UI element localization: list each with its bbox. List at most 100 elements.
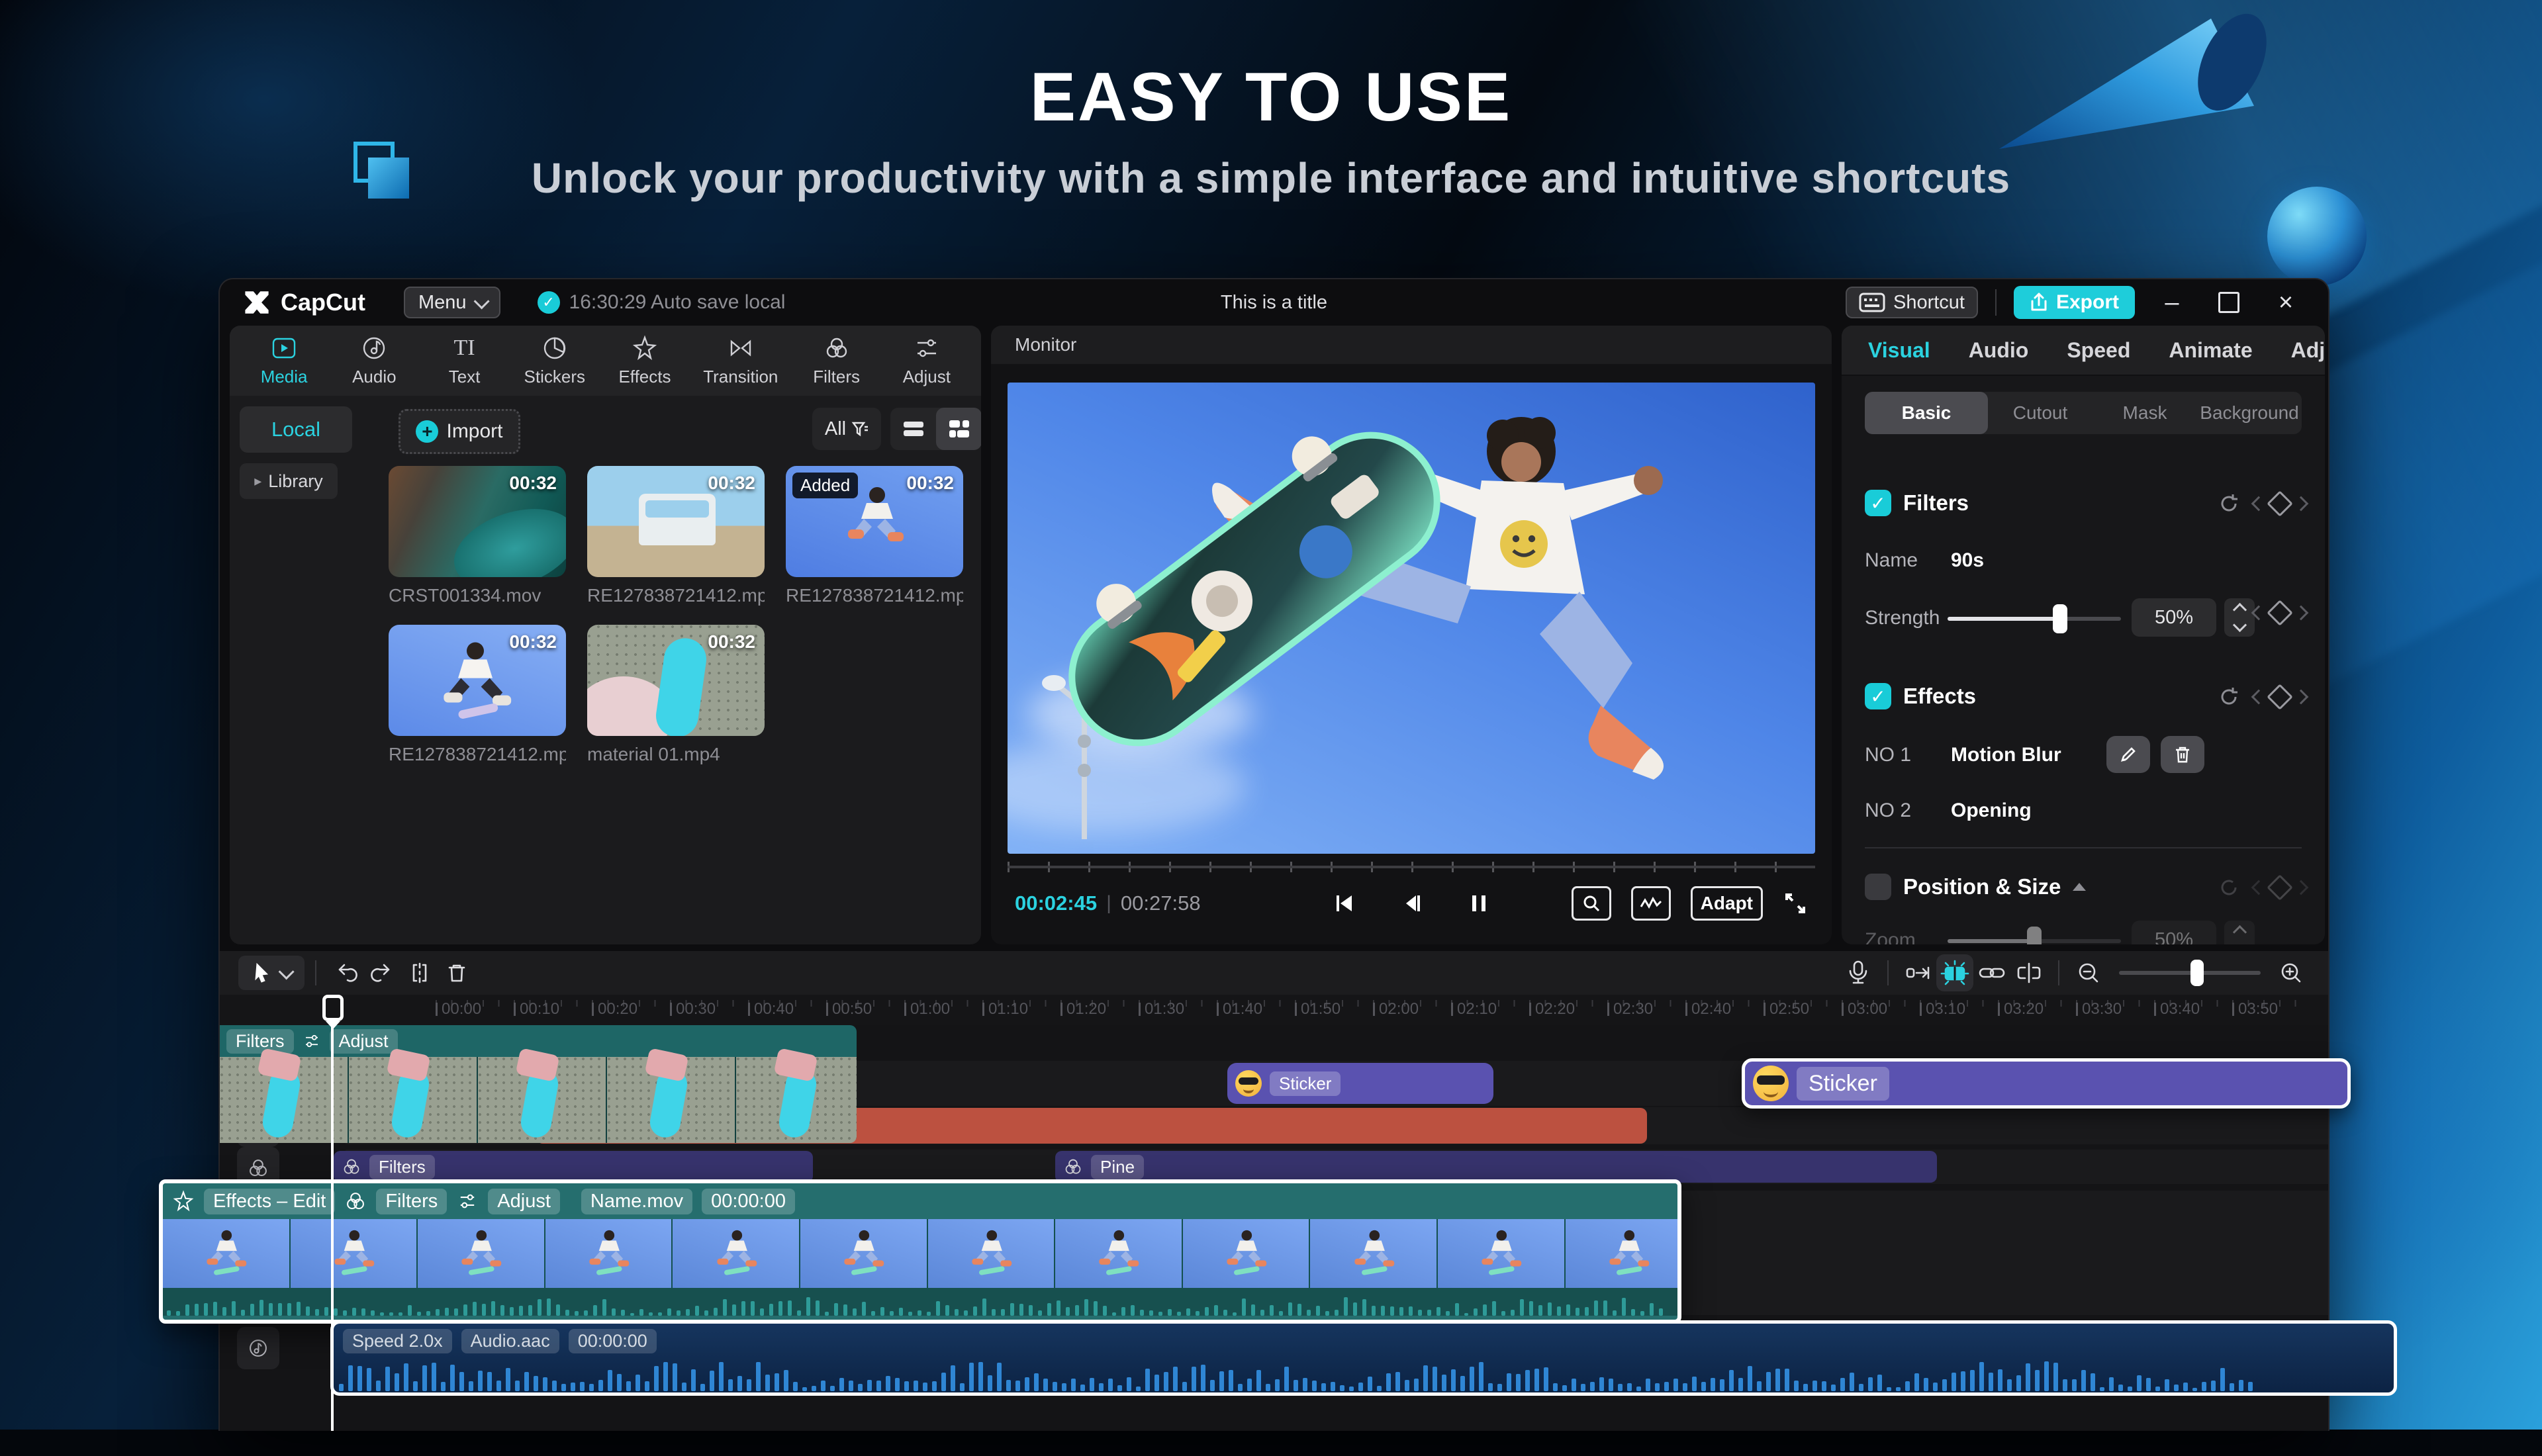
clip-badge: Filters	[226, 1029, 294, 1054]
link-button[interactable]	[1973, 954, 2010, 991]
seek-bar[interactable]	[1008, 866, 1815, 868]
tab-media[interactable]: Media	[252, 335, 316, 387]
keyframe-diamond-icon[interactable]	[2267, 490, 2293, 517]
media-item[interactable]: 00:32 material 01.mp4	[587, 625, 765, 765]
keyframe-next-icon[interactable]	[2294, 496, 2309, 512]
skip-start-button[interactable]	[1332, 891, 1356, 915]
segment-basic[interactable]: Basic	[1865, 392, 1988, 434]
undo-button[interactable]	[327, 954, 364, 991]
segment-background[interactable]: Background	[2197, 402, 2302, 424]
media-item[interactable]: 00:32 RE127838721412.mp4	[587, 466, 765, 606]
position-section-tools	[2218, 876, 2306, 899]
step-down-icon[interactable]	[2232, 618, 2246, 632]
slider-thumb[interactable]	[2190, 960, 2204, 986]
tab-stickers[interactable]: Stickers	[523, 335, 587, 387]
video-viewer[interactable]	[1008, 383, 1815, 854]
tab-audio[interactable]: Audio	[342, 335, 406, 387]
tab-effects[interactable]: Effects	[613, 335, 677, 387]
audio-track-icon[interactable]	[237, 1327, 279, 1369]
video-frame-thumbnail	[163, 1219, 291, 1288]
record-voiceover-button[interactable]	[1840, 954, 1877, 991]
zoom-prop-slider[interactable]	[1948, 939, 2121, 943]
timeline-zoom-slider[interactable]	[2119, 971, 2261, 975]
edit-effect-button[interactable]	[2106, 736, 2150, 773]
zoom-in-button[interactable]	[2273, 954, 2310, 991]
tab-adjust-insp[interactable]: Adjust	[2291, 338, 2325, 363]
preview-zoom-button[interactable]	[1572, 886, 1611, 921]
split-adjust-button[interactable]	[2010, 954, 2048, 991]
redo-button[interactable]	[364, 954, 401, 991]
step-up-icon[interactable]	[2232, 603, 2246, 617]
export-button[interactable]: Export	[2014, 286, 2135, 319]
slider-thumb[interactable]	[2053, 604, 2067, 633]
capcut-logo-icon	[242, 288, 271, 317]
filters-badge[interactable]: Filters	[376, 1189, 447, 1214]
media-item[interactable]: 00:32 CRST001334.mov	[389, 466, 566, 606]
magnetic-snap-button[interactable]	[1899, 954, 1936, 991]
video-clip-track[interactable]: Filters Adjust	[220, 1025, 857, 1143]
split-button[interactable]	[401, 954, 438, 991]
reset-icon[interactable]	[2218, 492, 2240, 515]
keyframe-control[interactable]	[2253, 604, 2306, 622]
grid-view-button[interactable]	[936, 408, 981, 450]
zoom-prop-stepper[interactable]	[2224, 921, 2255, 944]
select-tool-button[interactable]	[238, 956, 305, 990]
playhead-line[interactable]	[331, 1003, 334, 1431]
keyframe-control[interactable]	[2253, 494, 2306, 513]
keyframe-control[interactable]	[2253, 688, 2306, 706]
tab-speed[interactable]: Speed	[2067, 338, 2130, 363]
tab-visual[interactable]: Visual	[1868, 338, 1930, 363]
zoom-prop-value[interactable]: 50%	[2132, 921, 2216, 944]
strength-value[interactable]: 50%	[2132, 598, 2216, 637]
media-item[interactable]: 00:32 RE127838721412.mp4	[389, 625, 566, 765]
close-button[interactable]: ×	[2266, 286, 2306, 319]
collapse-caret-icon[interactable]	[2073, 883, 2086, 891]
tab-animate[interactable]: Animate	[2169, 338, 2252, 363]
scopes-button[interactable]	[1631, 886, 1671, 921]
minimize-button[interactable]: –	[2152, 286, 2192, 319]
list-view-button[interactable]	[890, 408, 936, 450]
media-item[interactable]: Added 00:32 RE127838721412.mp4	[786, 466, 963, 606]
source-tab-local[interactable]: Local	[240, 406, 352, 453]
audio-clip[interactable]: Speed 2.0x Audio.aac 00:00:00	[330, 1320, 2397, 1396]
filter-all-button[interactable]: All	[812, 408, 881, 450]
filters-checkbox[interactable]: ✓	[1865, 490, 1891, 516]
playhead-handle[interactable]	[322, 995, 342, 1024]
shortcut-button[interactable]: Shortcut	[1846, 287, 1978, 318]
filters-clip[interactable]: Filters	[334, 1151, 813, 1183]
strength-slider[interactable]	[1948, 617, 2121, 621]
delete-effect-button[interactable]	[2161, 736, 2204, 773]
timeline-ruler[interactable]: 00:0000:1000:2000:3000:4000:5001:0001:10…	[220, 995, 2328, 1025]
pause-button[interactable]	[1467, 891, 1491, 915]
fullscreen-button[interactable]	[1783, 891, 1808, 916]
selected-video-clip[interactable]: Effects – Edit Filters Adjust Name.mov 0…	[159, 1179, 1681, 1324]
effects-checkbox[interactable]: ✓	[1865, 683, 1891, 709]
delete-button[interactable]	[438, 954, 475, 991]
source-tab-library[interactable]: ▸ Library	[240, 463, 338, 499]
reset-icon	[2218, 876, 2240, 899]
reset-icon[interactable]	[2218, 686, 2240, 708]
tab-text[interactable]: TI Text	[433, 335, 496, 387]
tab-audio-insp[interactable]: Audio	[1969, 338, 2029, 363]
position-checkbox[interactable]	[1865, 874, 1891, 900]
menu-button[interactable]: Menu	[404, 287, 500, 318]
keyframe-prev-icon[interactable]	[2251, 496, 2267, 512]
tab-adjust[interactable]: Adjust	[895, 335, 959, 387]
tab-transition[interactable]: Transition	[703, 335, 778, 387]
strength-stepper[interactable]	[2224, 598, 2255, 637]
pine-effect-clip[interactable]: Pine	[1055, 1151, 1937, 1183]
effect-row-name: Motion Blur	[1951, 744, 2061, 766]
segment-mask[interactable]: Mask	[2093, 402, 2197, 424]
adapt-button[interactable]: Adapt	[1691, 886, 1763, 921]
sticker-clip[interactable]: Sticker	[1227, 1063, 1493, 1104]
tab-filters[interactable]: Filters	[805, 335, 869, 387]
zoom-out-button[interactable]	[2070, 954, 2107, 991]
maximize-button[interactable]	[2209, 286, 2249, 319]
adjust-badge[interactable]: Adjust	[488, 1189, 560, 1214]
effects-edit-badge[interactable]: Effects – Edit	[204, 1189, 335, 1214]
preview-axis-button[interactable]	[1936, 954, 1973, 991]
segment-cutout[interactable]: Cutout	[1988, 402, 2093, 424]
sticker-clip-zoomed[interactable]: Sticker	[1742, 1058, 2351, 1109]
previous-frame-button[interactable]	[1399, 891, 1423, 915]
import-button[interactable]: + Import	[399, 409, 520, 454]
